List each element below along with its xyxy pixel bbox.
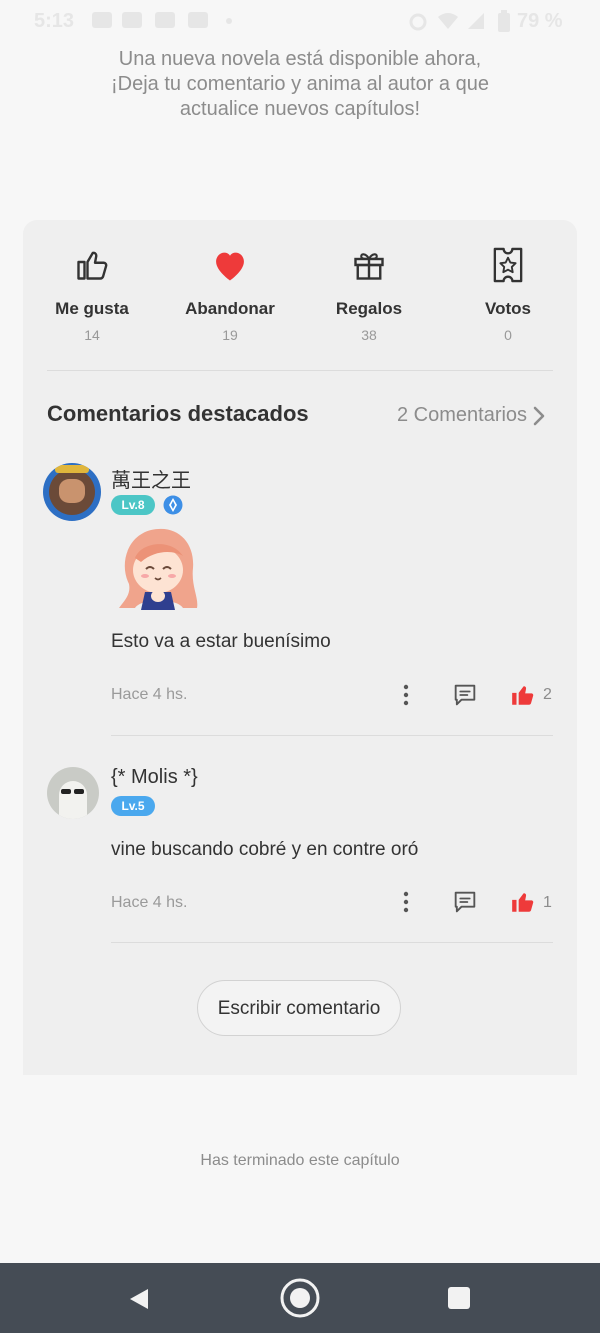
avatar[interactable] [43,463,101,521]
level-badge: Lv.8 [111,495,155,515]
dot-icon [226,18,232,24]
divider [111,735,553,736]
level-badge: Lv.5 [111,796,155,816]
abandon-stat-button[interactable]: Abandonar 19 [170,245,290,343]
notification-icon [122,12,142,28]
like-icon[interactable] [510,682,536,708]
reply-icon[interactable] [451,681,479,709]
votes-stat-button[interactable]: Votos 0 [448,245,568,343]
gifts-stat-button[interactable]: Regalos 38 [309,245,429,343]
wifi-icon [438,13,458,29]
divider [111,942,553,943]
comment-time: Hace 4 hs. [111,894,188,911]
more-options-icon[interactable] [401,890,411,914]
comment-username[interactable]: 萬王之王 [111,464,191,493]
stat-count: 14 [84,327,100,343]
heart-filled-icon [216,252,244,281]
back-icon[interactable] [128,1287,150,1311]
verified-badge-icon [163,495,183,515]
gift-icon [354,253,384,280]
comment-time: Hace 4 hs. [111,686,188,703]
all-comments-link[interactable]: 2 Comentarios [397,404,545,427]
chevron-right-icon [533,406,545,425]
notification-icon [155,12,175,28]
sticker-image [119,528,198,610]
more-options-icon[interactable] [401,683,411,707]
divider [47,370,553,371]
like-stat-button[interactable]: Me gusta 14 [32,245,152,343]
battery-percent: 79 % [517,10,563,32]
comment-text: vine buscando cobré y en contre oró [111,839,419,860]
signal-icon [468,13,484,29]
system-nav-bar [0,1263,600,1333]
stat-count: 0 [504,327,512,343]
new-novel-notice: Una nueva novela está disponible ahora, … [111,48,489,120]
featured-comments-title: Comentarios destacados [47,401,309,426]
recents-icon[interactable] [448,1287,470,1309]
battery-icon [498,10,510,32]
notification-icon [92,12,112,28]
like-count: 2 [543,686,552,703]
data-saver-icon [409,13,427,31]
stat-count: 19 [222,327,238,343]
stat-label: Votos [485,299,531,318]
ticket-star-icon [493,247,523,283]
chapter-end-text: Has terminado este capítulo [200,1152,400,1169]
like-icon[interactable] [510,889,536,915]
status-time: 5:13 [34,10,75,32]
stat-label: Regalos [335,299,403,318]
comment-username[interactable]: {* Molis *} [111,766,198,789]
thumbs-up-outline-icon [77,251,108,280]
notification-icon [188,12,208,28]
comment-text: Esto va a estar buenísimo [111,631,331,652]
reply-icon[interactable] [451,888,479,916]
like-count: 1 [543,894,552,911]
stat-label: Abandonar [185,299,275,318]
stat-count: 38 [361,327,377,343]
home-icon[interactable] [279,1277,321,1319]
avatar[interactable] [47,767,99,819]
status-bar: 5:13 79 % [0,0,600,46]
write-comment-button[interactable]: Escribir comentario [197,980,401,1036]
stat-label: Me gusta [55,299,129,318]
